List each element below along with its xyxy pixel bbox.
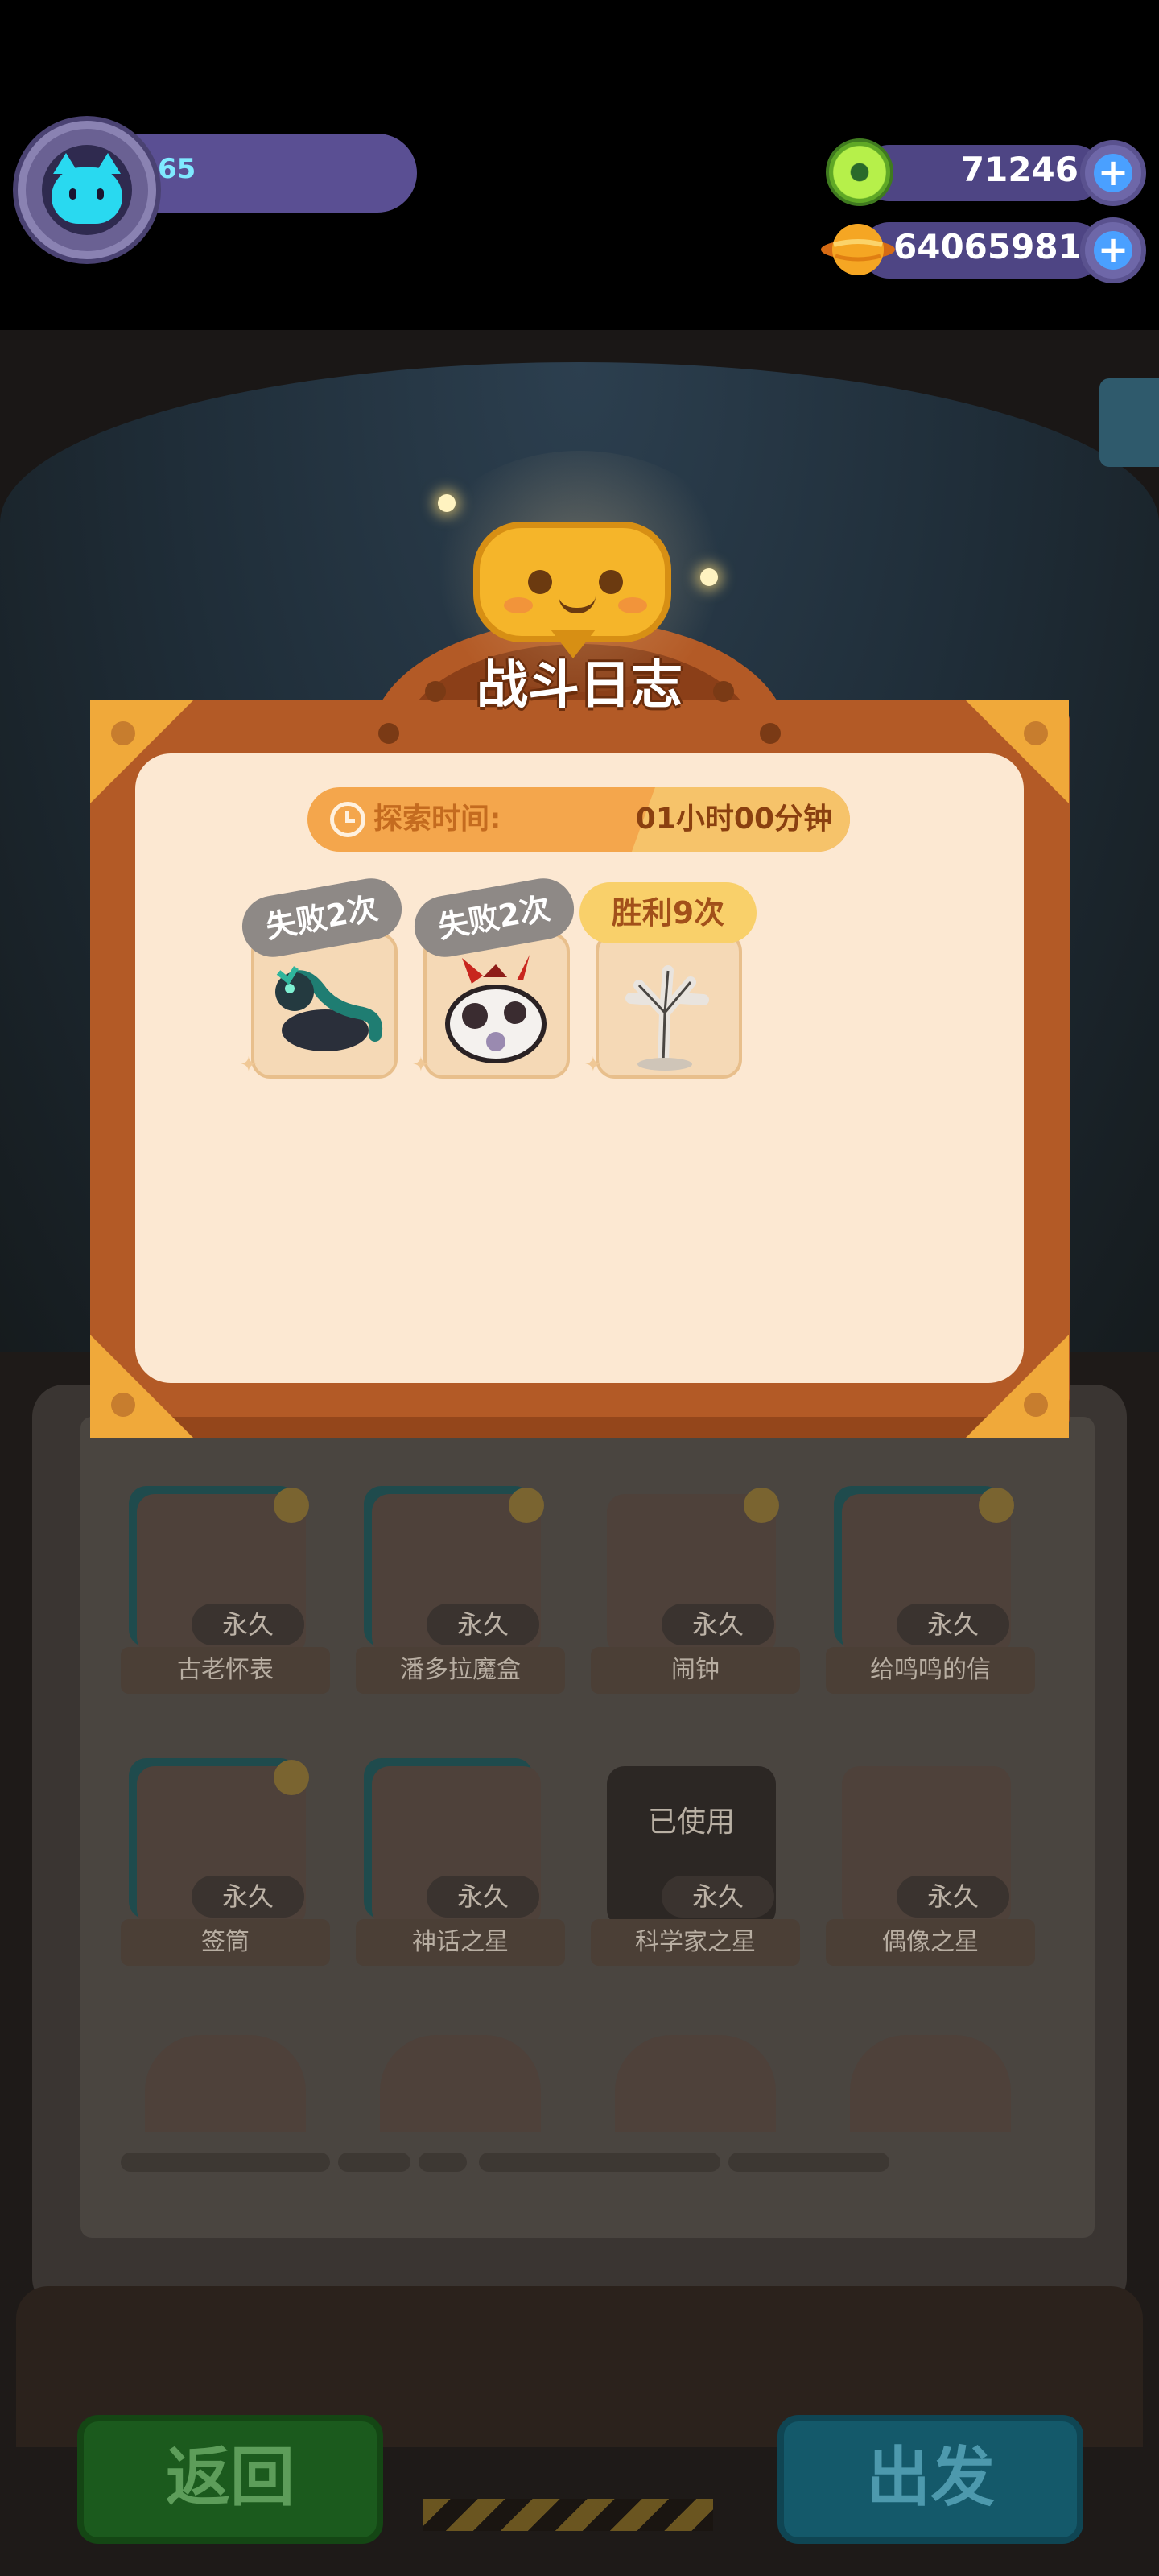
star-badge-icon bbox=[979, 1488, 1014, 1523]
grid-item-row3-1[interactable] bbox=[145, 2035, 306, 2132]
item-label: 偶像之星 bbox=[826, 1919, 1035, 1966]
item-label: 潘多拉魔盒 bbox=[356, 1647, 565, 1694]
item-label: 闹钟 bbox=[591, 1647, 800, 1694]
add-planet-coin-button[interactable]: + bbox=[1080, 217, 1146, 283]
clock-icon bbox=[330, 802, 365, 837]
depart-button[interactable]: 出发 bbox=[777, 2415, 1083, 2544]
corner-ornament bbox=[966, 700, 1069, 803]
add-gem-button[interactable]: + bbox=[1080, 140, 1146, 206]
rivet bbox=[425, 681, 446, 702]
item-label: 神话之星 bbox=[356, 1919, 565, 1966]
battle-result-2[interactable]: 失败2次 ✦ bbox=[409, 873, 580, 1080]
hazard-stripe bbox=[423, 2499, 713, 2531]
modal-title: 战斗日志 bbox=[476, 656, 683, 716]
explore-time-bar: 探索时间: 01小时00分钟 bbox=[307, 787, 850, 852]
grid-item-fortune-sticks[interactable]: 永久 签筒 bbox=[121, 1758, 330, 1967]
item-label: 古老怀表 bbox=[121, 1647, 330, 1694]
item-label: 给鸣鸣的信 bbox=[826, 1647, 1035, 1694]
plus-icon: + bbox=[1094, 154, 1132, 192]
permanent-badge: 永久 bbox=[427, 1876, 539, 1918]
rivet bbox=[378, 723, 399, 744]
sparkle-icon bbox=[700, 568, 718, 586]
player-avatar[interactable] bbox=[18, 121, 156, 259]
top-hud: 65 71246 + 64065981 + bbox=[0, 0, 1159, 322]
item-label: 签筒 bbox=[121, 1919, 330, 1966]
grid-item-alarm-clock[interactable]: 永久 闹钟 bbox=[591, 1486, 800, 1695]
item-label: 科学家之星 bbox=[591, 1919, 800, 1966]
sparkle-icon: ✦ bbox=[240, 1053, 258, 1077]
grid-item-scientist-star[interactable]: 已使用 永久 科学家之星 bbox=[591, 1758, 800, 1967]
explore-time-label: 探索时间: bbox=[373, 803, 501, 836]
grid-item-row3-3[interactable] bbox=[615, 2035, 776, 2132]
smiling-speech-bubble-icon bbox=[473, 522, 671, 660]
corner-ornament bbox=[90, 700, 193, 803]
grid-item-idol-star[interactable]: 永久 偶像之星 bbox=[826, 1758, 1035, 1967]
explore-time-value: 01小时00分钟 bbox=[635, 803, 832, 836]
grid-item-myth-star[interactable]: 永久 神话之星 bbox=[356, 1758, 565, 1967]
battle-result-3[interactable]: 胜利9次 ✦ bbox=[580, 882, 757, 1080]
side-scissors-tab[interactable] bbox=[1099, 378, 1159, 467]
star-badge-icon bbox=[509, 1488, 544, 1523]
star-badge-icon bbox=[744, 1488, 779, 1523]
permanent-badge: 永久 bbox=[192, 1876, 304, 1918]
back-button-label: 返回 bbox=[166, 2440, 295, 2515]
rivet bbox=[713, 681, 734, 702]
star-badge-icon bbox=[274, 1760, 309, 1795]
gem-currency-value: 71246 bbox=[960, 150, 1079, 189]
back-button[interactable]: 返回 bbox=[77, 2415, 383, 2544]
page-footer-strip bbox=[121, 2153, 1046, 2185]
grid-item-row3-4[interactable] bbox=[850, 2035, 1011, 2132]
cyan-cat-avatar-icon bbox=[42, 145, 132, 235]
white-tree-creature-icon bbox=[596, 932, 742, 1079]
permanent-badge: 永久 bbox=[897, 1604, 1009, 1645]
player-level: 65 bbox=[158, 153, 196, 185]
permanent-badge: 永久 bbox=[897, 1876, 1009, 1918]
grid-item-row3-2[interactable] bbox=[380, 2035, 541, 2132]
sparkle-icon bbox=[438, 494, 456, 512]
star-badge-icon bbox=[274, 1488, 309, 1523]
rivet bbox=[760, 723, 781, 744]
sparkle-icon: ✦ bbox=[412, 1053, 430, 1077]
corner-ornament bbox=[90, 1335, 193, 1438]
green-gem-coin-icon bbox=[826, 138, 893, 206]
permanent-badge: 永久 bbox=[192, 1604, 304, 1645]
grid-item-pandora-box[interactable]: 永久 潘多拉魔盒 bbox=[356, 1486, 565, 1695]
grid-item-pocket-watch[interactable]: 永久 古老怀表 bbox=[121, 1486, 330, 1695]
plus-icon: + bbox=[1094, 231, 1132, 270]
planet-currency-value: 64065981 bbox=[893, 227, 1082, 266]
permanent-badge: 永久 bbox=[427, 1604, 539, 1645]
sparkle-icon: ✦ bbox=[584, 1053, 602, 1077]
battle-result-1[interactable]: 失败2次 ✦ bbox=[237, 873, 407, 1080]
used-overlay: 已使用 bbox=[647, 1806, 735, 1839]
battle-result-tag: 胜利9次 bbox=[580, 882, 757, 943]
permanent-badge: 永久 bbox=[662, 1876, 774, 1918]
depart-button-label: 出发 bbox=[866, 2440, 995, 2515]
permanent-badge: 永久 bbox=[662, 1604, 774, 1645]
orange-planet-coin-icon bbox=[821, 224, 895, 275]
corner-ornament bbox=[966, 1335, 1069, 1438]
grid-item-letter[interactable]: 永久 给鸣鸣的信 bbox=[826, 1486, 1035, 1695]
